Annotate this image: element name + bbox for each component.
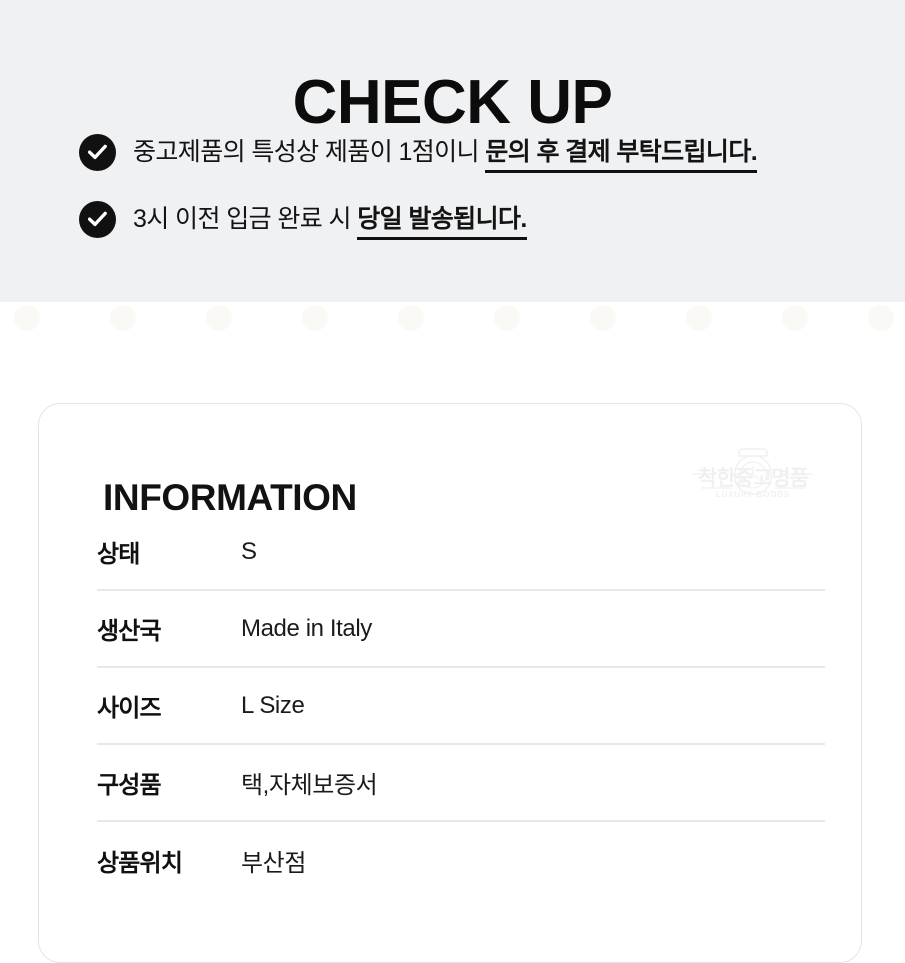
checkup-item-text-emphasis: 당일 발송됩니다. — [357, 203, 527, 240]
table-row-label: 상태 — [97, 541, 140, 568]
information-heading: INFORMATION — [103, 476, 357, 518]
faint-watermark-strip — [0, 303, 905, 343]
brand-watermark-ko: 착한중고명품 — [698, 467, 809, 490]
table-row-label: 사이즈 — [97, 695, 162, 722]
table-row-value: S — [241, 537, 257, 565]
checkup-item-text: 3시 이전 입금 완료 시 당일 발송됩니다. — [133, 200, 879, 240]
watermark-dot-icon — [206, 305, 232, 331]
watermark-dot-icon — [14, 305, 40, 331]
checkup-item: 3시 이전 입금 완료 시 당일 발송됩니다. — [79, 200, 879, 240]
table-row-value: 부산점 — [241, 850, 307, 877]
watermark-dot-icon — [398, 305, 424, 331]
table-row-label: 생산국 — [97, 618, 162, 645]
table-row-value: 택,자체보증서 — [241, 772, 378, 799]
watermark-dot-icon — [868, 305, 894, 331]
check-circle-icon — [79, 201, 116, 238]
watermark-dot-icon — [302, 305, 328, 331]
brand-watermark-en: LUXURY GOODS — [715, 490, 791, 499]
information-table: 상태 S 생산국 Made in Italy 사이즈 L Size 구성품 택,… — [97, 514, 825, 899]
checkup-item-text-emphasis: 문의 후 결제 부탁드립니다. — [485, 136, 758, 173]
checkup-item: 중고제품의 특성상 제품이 1점이니 문의 후 결제 부탁드립니다. — [79, 133, 879, 173]
watch-outline-icon — [693, 448, 813, 495]
table-row: 상품위치 부산점 — [97, 822, 825, 899]
checkup-title: CHECK UP — [292, 67, 613, 137]
table-row: 상태 S — [97, 514, 825, 591]
checkup-section: CHECK UP 중고제품의 특성상 제품이 1점이니 문의 후 결제 부탁드립… — [0, 0, 905, 302]
watermark-dot-icon — [782, 305, 808, 331]
checkup-list: 중고제품의 특성상 제품이 1점이니 문의 후 결제 부탁드립니다. 3시 이전… — [79, 133, 879, 240]
watermark-dot-icon — [590, 305, 616, 331]
table-row: 생산국 Made in Italy — [97, 591, 825, 668]
checkup-item-text-normal: 3시 이전 입금 완료 시 — [133, 205, 358, 233]
watermark-dot-icon — [110, 305, 136, 331]
checkup-item-text-normal: 중고제품의 특성상 제품이 1점이니 — [133, 138, 486, 166]
brand-watermark: 착한중고명품 LUXURY GOODS — [687, 444, 819, 506]
table-row-value: Made in Italy — [241, 614, 372, 642]
table-row-value: L Size — [241, 691, 305, 719]
table-row: 사이즈 L Size — [97, 668, 825, 745]
watermark-dot-icon — [494, 305, 520, 331]
check-circle-icon — [79, 134, 116, 171]
watermark-dot-icon — [686, 305, 712, 331]
information-card: INFORMATION 착한중고명품 LUXURY GOODS 상태 S 생산국… — [38, 403, 862, 963]
table-row: 구성품 택,자체보증서 — [97, 745, 825, 822]
checkup-item-text: 중고제품의 특성상 제품이 1점이니 문의 후 결제 부탁드립니다. — [133, 133, 879, 173]
table-row-label: 상품위치 — [97, 850, 183, 877]
table-row-label: 구성품 — [97, 772, 162, 799]
